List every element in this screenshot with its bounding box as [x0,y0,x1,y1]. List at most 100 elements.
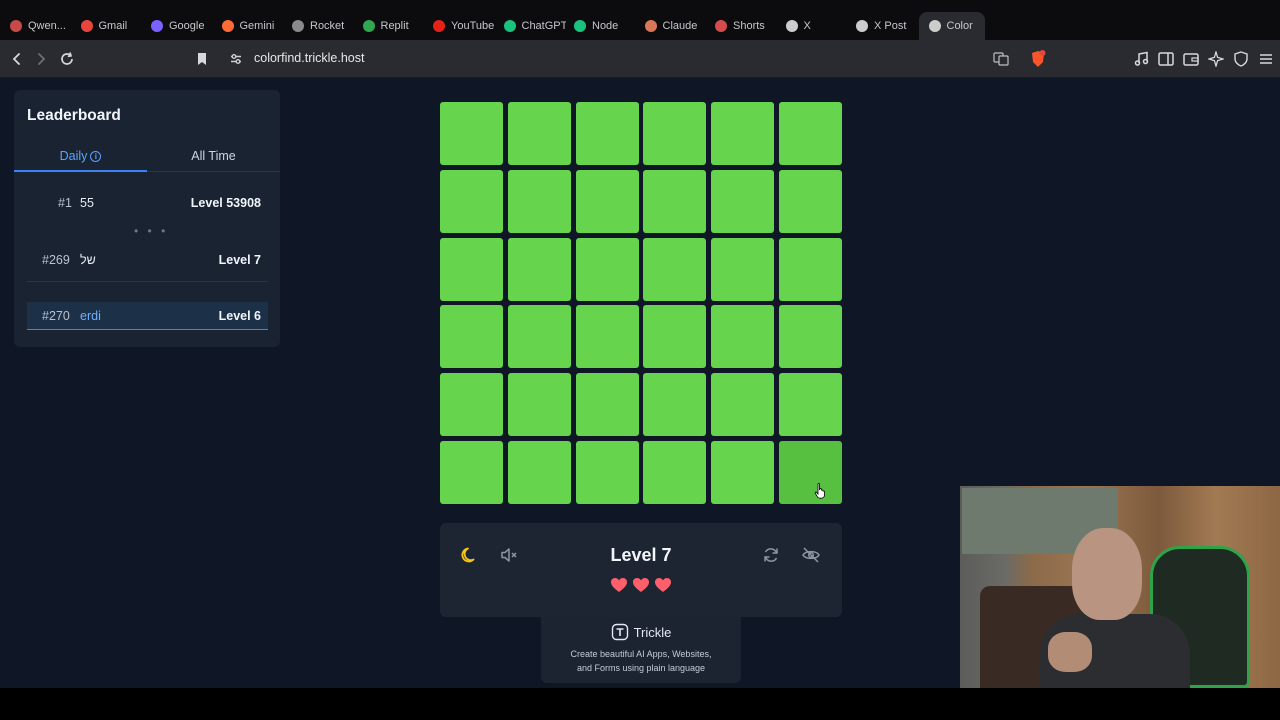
grid-cell[interactable] [778,440,842,504]
grid-cell[interactable] [575,102,639,165]
browser-tab-strip: Qwen... Gmail Google Gemini Rocket Replit YouT… [0,0,1280,40]
grid-cell[interactable] [575,305,639,369]
grid-cell[interactable] [643,102,707,165]
grid-cell[interactable] [778,102,842,165]
grid-cell[interactable] [507,102,571,165]
grid-cell[interactable] [711,440,775,504]
forward-icon[interactable] [31,49,51,69]
browser-tab[interactable]: Rocket [292,12,354,40]
brand-name-row: Trickle [541,623,741,641]
menu-icon[interactable] [1256,49,1276,69]
browser-toolbar: colorfind.trickle.host [0,40,1280,78]
translate-icon[interactable] [991,49,1011,69]
grid-cell[interactable] [778,373,842,437]
browser-tab[interactable]: Google [151,12,213,40]
grid-cell[interactable] [643,305,707,369]
browser-tab[interactable]: Color [918,12,985,40]
tab-daily[interactable]: Daily i [14,149,147,163]
reload-icon[interactable] [57,49,77,69]
grid-cell[interactable] [507,237,571,301]
grid-cell[interactable] [440,305,503,369]
game-control-panel: Level 7 [440,523,842,617]
tab-favicon-icon [221,20,234,32]
grid-cell[interactable] [643,440,707,504]
browser-tab[interactable]: X [785,12,848,40]
wallet-icon[interactable] [1181,49,1201,69]
tab-label: Google [169,20,205,32]
webcam-person-hand [1048,632,1092,672]
grid-cell[interactable] [507,305,571,369]
grid-cell[interactable] [711,169,775,233]
browser-tab[interactable]: Claude [644,12,707,40]
leaderboard-row-current-user: #270 erdi Level 6 [27,302,268,330]
grid-cell[interactable] [440,237,503,301]
grid-cell[interactable] [778,305,842,369]
vpn-icon[interactable] [1231,49,1251,69]
media-icon[interactable] [1131,49,1151,69]
tab-label: YouTube [451,20,495,32]
webcam-person-head [1072,528,1142,620]
grid-cell[interactable] [440,440,503,504]
tab-favicon-icon [856,20,868,32]
tab-all-time[interactable]: All Time [147,149,280,163]
grid-cell[interactable] [575,440,639,504]
restart-icon[interactable] [760,544,782,566]
grid-cell[interactable] [778,169,842,233]
browser-tab[interactable]: YouTube [433,12,495,40]
browser-tab[interactable]: Node [574,12,636,40]
tab-label: Shorts [733,20,765,32]
brave-shield-icon[interactable] [1028,49,1048,69]
grid-cell[interactable] [507,373,571,437]
grid-cell[interactable] [440,373,503,437]
grid-cell[interactable] [711,373,775,437]
heart-icon [611,578,627,592]
grid-cell[interactable] [711,305,775,369]
grid-cell[interactable] [507,169,571,233]
tab-favicon-icon [10,20,22,32]
info-icon[interactable]: i [90,151,102,162]
row-level: Level 7 [218,253,261,267]
grid-cell[interactable] [575,237,639,301]
grid-cell[interactable] [440,102,503,165]
grid-cell[interactable] [711,102,775,165]
color-grid [440,102,842,504]
browser-tab[interactable]: Replit [362,12,425,40]
grid-cell[interactable] [711,237,775,301]
tab-favicon-icon [433,20,445,32]
lives-hearts [440,577,842,598]
browser-tab[interactable]: X Post [856,12,918,40]
grid-cell[interactable] [507,440,571,504]
trickle-logo-icon [611,623,628,641]
grid-cell[interactable] [575,373,639,437]
tab-favicon-icon [715,20,727,32]
browser-tab[interactable]: Qwen... [10,12,72,40]
webcam-overlay [960,486,1280,688]
brand-name: Trickle [633,624,672,640]
grid-cell[interactable] [778,237,842,301]
trickle-branding[interactable]: Trickle Create beautiful AI Apps, Websit… [541,617,741,683]
leaderboard-panel: Leaderboard Daily i All Time #1 55 Level … [14,90,280,347]
address-bar[interactable]: colorfind.trickle.host [254,51,364,65]
browser-tab[interactable]: Shorts [715,12,777,40]
back-icon[interactable] [7,49,27,69]
row-name: של [80,253,96,267]
tab-label: Qwen... [28,20,66,32]
site-settings-icon[interactable] [226,49,246,69]
eye-off-icon[interactable] [800,544,822,566]
sidebar-icon[interactable] [1156,49,1176,69]
tab-favicon-icon [503,20,516,32]
leo-ai-icon[interactable] [1206,49,1226,69]
grid-cell[interactable] [643,373,707,437]
grid-cell[interactable] [643,169,707,233]
browser-tab[interactable]: Gmail [80,12,143,40]
grid-cell[interactable] [643,237,707,301]
grid-cell[interactable] [440,169,503,233]
row-name: erdi [80,309,101,323]
browser-tab[interactable]: Gemini [221,12,284,40]
grid-cell[interactable] [575,169,639,233]
browser-tab[interactable]: ChatGPT [503,12,566,40]
tab-label: X [803,20,811,32]
heart-icon [655,578,671,592]
bookmark-icon[interactable] [192,49,212,69]
row-rank: #1 [58,196,72,210]
